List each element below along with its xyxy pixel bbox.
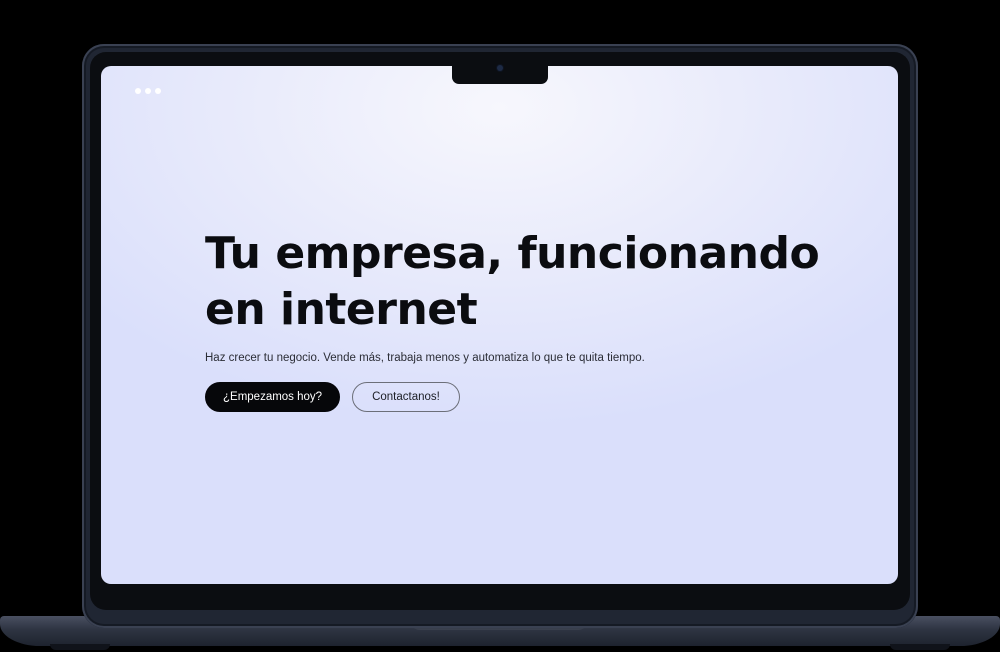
hero-actions: ¿Empezamos hoy? Contactanos! bbox=[205, 382, 845, 412]
window-dot-icon[interactable] bbox=[135, 88, 141, 94]
laptop-screen: Tu empresa, funcionando en internet Haz … bbox=[101, 66, 898, 584]
contact-button[interactable]: Contactanos! bbox=[352, 382, 460, 412]
laptop-foot-left bbox=[50, 644, 110, 650]
laptop-mockup: Tu empresa, funcionando en internet Haz … bbox=[0, 0, 1000, 652]
window-dot-icon[interactable] bbox=[155, 88, 161, 94]
hero-section: Tu empresa, funcionando en internet Haz … bbox=[205, 226, 845, 412]
window-dot-icon[interactable] bbox=[145, 88, 151, 94]
camera-icon bbox=[497, 65, 503, 71]
hero-subtext: Haz crecer tu negocio. Vende más, trabaj… bbox=[205, 352, 645, 364]
hero-headline-line-1: Tu empresa, funcionando bbox=[205, 228, 820, 279]
laptop-foot-right bbox=[890, 644, 950, 650]
start-today-button[interactable]: ¿Empezamos hoy? bbox=[205, 382, 341, 412]
hero-headline-line-2: en internet bbox=[205, 284, 478, 335]
window-controls bbox=[135, 88, 161, 94]
hero-headline: Tu empresa, funcionando en internet bbox=[205, 226, 845, 338]
